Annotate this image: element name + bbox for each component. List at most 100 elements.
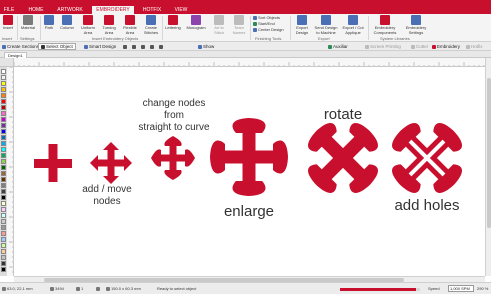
palette-swatch[interactable] bbox=[1, 141, 6, 146]
embroidery-components-button[interactable]: Embroidery Components bbox=[370, 15, 400, 35]
cross-shape[interactable] bbox=[34, 144, 72, 182]
team-names-button[interactable]: Team Names bbox=[230, 15, 248, 35]
vertical-scrollbar[interactable] bbox=[485, 58, 491, 276]
cutter-toggle[interactable]: Cutter bbox=[411, 43, 428, 50]
lettering-button[interactable]: Lettering bbox=[163, 15, 183, 31]
enlarged-cross-shape[interactable] bbox=[210, 118, 288, 196]
embroidery-toggle[interactable]: Embroidery bbox=[432, 43, 460, 50]
vertical-scroll-thumb[interactable] bbox=[487, 78, 491, 228]
embroidery-settings-button[interactable]: Embroidery Settings bbox=[402, 15, 430, 35]
undo-button[interactable] bbox=[123, 43, 131, 50]
palette-swatch[interactable] bbox=[1, 117, 6, 122]
palette-swatch[interactable] bbox=[1, 81, 6, 86]
palette-swatch[interactable] bbox=[1, 243, 6, 248]
palette-swatch[interactable] bbox=[1, 105, 6, 110]
palette-swatch[interactable] bbox=[1, 111, 6, 116]
send-design-button[interactable]: Send Design to Machine bbox=[313, 15, 339, 35]
path-button[interactable]: Path bbox=[42, 15, 56, 31]
show-label: Show bbox=[203, 44, 215, 49]
rounded-arrow-cross-shape[interactable] bbox=[151, 136, 195, 180]
embroidery-components-label: Embroidery Components bbox=[373, 25, 397, 35]
palette-swatch[interactable] bbox=[1, 183, 6, 188]
create-sections-button[interactable]: Create Sections bbox=[2, 43, 39, 50]
holed-cross-shape[interactable] bbox=[373, 104, 480, 211]
palette-swatch[interactable] bbox=[1, 225, 6, 230]
flexible-area-button[interactable]: Flexible Area bbox=[120, 15, 140, 35]
center-design-button[interactable]: Center Design bbox=[253, 27, 284, 32]
palette-swatch[interactable] bbox=[1, 195, 6, 200]
label-rotate: rotate bbox=[323, 106, 363, 123]
export-cut-button[interactable]: Export / Cut Applique bbox=[340, 15, 366, 35]
group-finishing: Finishing Tools bbox=[255, 36, 282, 41]
horizontal-ruler-ticks bbox=[14, 62, 485, 66]
sort-objects-label: Sort Objects bbox=[258, 15, 281, 20]
palette-swatch[interactable] bbox=[1, 69, 6, 74]
redo-button[interactable] bbox=[132, 43, 140, 50]
show-dropdown[interactable]: Show bbox=[198, 43, 214, 50]
palette-swatch[interactable] bbox=[1, 87, 6, 92]
insert-icon bbox=[3, 15, 13, 25]
tab-home[interactable]: HOME bbox=[24, 6, 48, 14]
art-to-stitch-button[interactable]: Art to Stitch bbox=[210, 15, 228, 35]
arrow-cross-shape[interactable] bbox=[90, 142, 132, 184]
palette-swatch[interactable] bbox=[1, 129, 6, 134]
speed-field[interactable]: 1,000 SPM bbox=[448, 285, 474, 292]
column-button[interactable]: Column bbox=[57, 15, 77, 31]
palette-swatch[interactable] bbox=[1, 231, 6, 236]
palette-swatch[interactable] bbox=[1, 93, 6, 98]
palette-swatch[interactable] bbox=[1, 201, 6, 206]
sort-objects-button[interactable]: Sort Objects bbox=[253, 15, 280, 20]
tab-view[interactable]: VIEW bbox=[170, 6, 192, 14]
palette-swatch[interactable] bbox=[1, 135, 6, 140]
palette-swatch[interactable] bbox=[1, 159, 6, 164]
palette-swatch[interactable] bbox=[1, 237, 6, 242]
select-object-button[interactable]: Select Object bbox=[38, 43, 76, 50]
tab-hotfix[interactable]: HOTFIX bbox=[138, 6, 166, 14]
label-add-move-nodes: add / move nodes bbox=[67, 184, 147, 208]
turning-area-button[interactable]: Turning Area bbox=[99, 15, 119, 35]
speed-slider[interactable] bbox=[340, 288, 420, 291]
palette-swatch[interactable] bbox=[1, 177, 6, 182]
tab-artwork[interactable]: ARTWORK bbox=[54, 6, 86, 14]
insert-button[interactable]: Insert bbox=[1, 15, 15, 31]
tab-file[interactable]: FILE bbox=[2, 6, 16, 14]
palette-swatch[interactable] bbox=[1, 261, 6, 266]
turning-area-label: Turning Area bbox=[102, 25, 116, 35]
create-stitches-label: Create Stitches bbox=[143, 25, 159, 35]
pan-button[interactable] bbox=[159, 43, 167, 50]
quick-toolbar: Create Sections Select Object Smart Desi… bbox=[0, 42, 491, 51]
start-end-button[interactable]: Start/End bbox=[253, 21, 275, 26]
palette-swatch[interactable] bbox=[1, 147, 6, 152]
send-machine-icon bbox=[321, 15, 331, 25]
monogram-button[interactable]: Monogram bbox=[184, 15, 208, 31]
grid-indicator[interactable] bbox=[96, 286, 104, 292]
palette-swatch[interactable] bbox=[1, 219, 6, 224]
palette-swatch[interactable] bbox=[1, 123, 6, 128]
auxiliar-toggle[interactable]: Auxiliar bbox=[328, 43, 348, 50]
palette-swatch[interactable] bbox=[1, 207, 6, 212]
palette-swatch[interactable] bbox=[1, 171, 6, 176]
hotfix-toggle[interactable]: Hotfix bbox=[466, 43, 483, 50]
export-design-button[interactable]: Export Design bbox=[292, 15, 312, 35]
create-stitches-button[interactable]: Create Stitches bbox=[141, 15, 161, 35]
palette-swatch[interactable] bbox=[1, 153, 6, 158]
palette-swatch[interactable] bbox=[1, 99, 6, 104]
zoom-out-button[interactable] bbox=[150, 43, 158, 50]
palette-swatch[interactable] bbox=[1, 75, 6, 80]
palette-swatch[interactable] bbox=[1, 165, 6, 170]
hotfix-label: Hotfix bbox=[471, 44, 483, 49]
palette-swatch[interactable] bbox=[1, 267, 6, 272]
palette-swatch[interactable] bbox=[1, 249, 6, 254]
screen-printing-toggle[interactable]: Screen Printing bbox=[365, 43, 401, 50]
palette-swatch[interactable] bbox=[1, 213, 6, 218]
design-canvas[interactable]: add / move nodes change nodes from strai… bbox=[14, 67, 485, 276]
uniform-area-button[interactable]: Uniform Area bbox=[78, 15, 98, 35]
zoom-in-button[interactable] bbox=[141, 43, 149, 50]
material-button[interactable]: Material bbox=[18, 15, 38, 31]
tab-embroidery[interactable]: EMBROIDERY bbox=[92, 6, 134, 14]
palette-swatch[interactable] bbox=[1, 189, 6, 194]
palette-swatch[interactable] bbox=[1, 255, 6, 260]
zoom-level[interactable]: 290 % bbox=[477, 286, 488, 292]
smart-design-button[interactable]: Smart Design bbox=[84, 43, 116, 50]
cursor-icon bbox=[41, 44, 45, 49]
